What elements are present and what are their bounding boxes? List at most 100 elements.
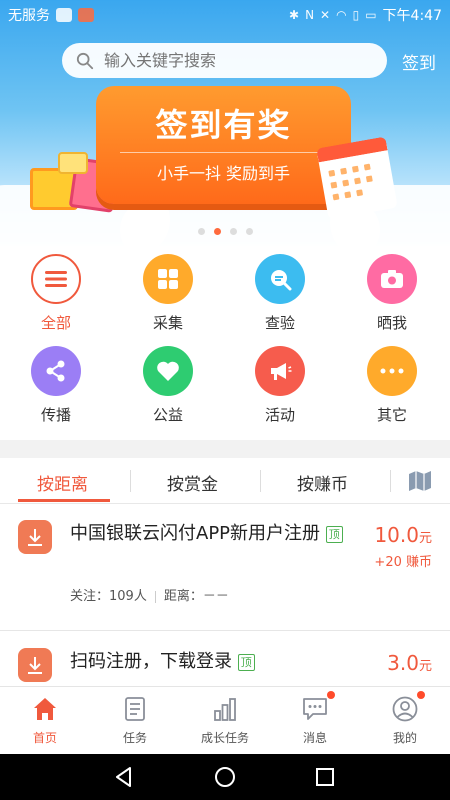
tab-reward[interactable]: 按赏金 — [167, 470, 218, 495]
calendar-icon — [316, 136, 398, 220]
pinned-tag: 顶 — [325, 525, 343, 543]
magnifier-chat-icon — [255, 254, 305, 304]
bottom-navigation: 首页 任务 成长任务 消息 我的 — [0, 686, 450, 754]
category-activity[interactable]: 活动 — [224, 346, 336, 425]
category-label: 采集 — [152, 314, 183, 332]
nfc-icon: N — [305, 8, 315, 22]
category-charity[interactable]: 公益 — [112, 346, 224, 425]
grid-icon — [143, 254, 193, 304]
category-all[interactable]: 全部 — [0, 254, 112, 333]
reward-price: 3.0元 — [387, 651, 432, 675]
category-label: 晒我 — [376, 314, 407, 332]
category-spread[interactable]: 传播 — [0, 346, 112, 425]
task-list-icon — [125, 697, 145, 721]
home-button-icon[interactable] — [214, 766, 236, 788]
signin-button[interactable]: 签到 — [402, 49, 436, 74]
unread-badge — [327, 691, 335, 699]
heart-icon — [143, 346, 193, 396]
list-item[interactable]: 中国银联云闪付APP新用户注册 顶 关注：109人 距离：－－ 10.0元 +20… — [0, 505, 450, 630]
carousel-indicator — [0, 228, 450, 235]
category-verify[interactable]: 查验 — [224, 254, 336, 333]
sign-in-reward-card[interactable]: 签到有奖 小手一抖 奖励到手 — [96, 86, 351, 204]
carousel-dot[interactable] — [245, 228, 253, 235]
nav-messages[interactable]: 消息 — [270, 691, 360, 746]
share-icon — [31, 346, 81, 396]
mute-icon: ✕ — [320, 8, 331, 22]
nav-tasks[interactable]: 任务 — [90, 695, 180, 746]
nav-label: 任务 — [122, 731, 147, 745]
battery-icon: ▭ — [365, 8, 377, 22]
tab-distance[interactable]: 按距离 — [37, 470, 88, 495]
wifi-icon: ◠ — [336, 8, 347, 22]
carousel-dot-active[interactable] — [213, 228, 221, 235]
carousel-dot[interactable] — [197, 228, 205, 235]
section-divider — [0, 440, 450, 458]
camera-icon — [367, 254, 417, 304]
tab-separator — [260, 470, 261, 492]
active-tab-indicator — [18, 499, 110, 502]
megaphone-icon — [255, 346, 305, 396]
menu-icon — [31, 254, 81, 304]
nav-label: 我的 — [392, 731, 417, 745]
coin-reward: +20 赚币 — [374, 555, 432, 570]
tab-coins[interactable]: 按赚币 — [297, 470, 348, 495]
category-label: 查验 — [264, 314, 295, 332]
follower-count: 关注：109人 — [70, 589, 147, 604]
back-icon[interactable] — [113, 766, 135, 788]
category-show[interactable]: 晒我 — [336, 254, 448, 333]
notification-app-icon — [78, 8, 94, 22]
category-other[interactable]: 其它 — [336, 346, 448, 425]
category-label: 传播 — [40, 406, 71, 424]
nav-home[interactable]: 首页 — [0, 695, 90, 746]
sim-icon: ▯ — [352, 8, 360, 22]
price-value: 3.0 — [387, 651, 419, 675]
carousel-dot[interactable] — [229, 228, 237, 235]
sort-tabs: 按距离 按赏金 按赚币 — [0, 458, 450, 504]
banner-divider — [120, 152, 327, 153]
task-meta: 关注：109人 距离：－－ — [70, 585, 229, 604]
profile-icon — [391, 691, 425, 723]
bar-chart-icon — [214, 698, 236, 721]
search-icon — [76, 52, 94, 69]
category-grid: 全部 采集 查验 晒我 传播 公益 活动 其它 — [0, 246, 450, 436]
banner-carousel[interactable]: 签到有奖 小手一抖 奖励到手 签到 — [0, 0, 450, 246]
distance-value: 距离：－－ — [163, 589, 229, 604]
notification-app-icon — [56, 8, 72, 22]
category-label: 全部 — [40, 314, 71, 332]
nav-label: 成长任务 — [200, 731, 249, 745]
recent-apps-icon[interactable] — [314, 766, 336, 788]
carrier-label: 无服务 — [8, 8, 50, 24]
nav-profile[interactable]: 我的 — [360, 691, 450, 746]
pinned-tag: 顶 — [237, 653, 255, 671]
task-title: 中国银联云闪付APP新用户注册 顶 — [70, 519, 350, 549]
category-label: 活动 — [264, 406, 295, 424]
price-unit: 元 — [418, 531, 432, 546]
reward-price: 10.0元 +20 赚币 — [374, 523, 432, 570]
status-bar: 无服务 ✱ N ✕ ◠ ▯ ▭ 下午4:47 — [0, 0, 450, 30]
system-navigation-bar — [0, 754, 450, 800]
unread-badge — [417, 691, 425, 699]
home-icon — [34, 698, 56, 720]
task-title-text: 扫码注册，下载登录 — [70, 651, 232, 672]
task-title: 扫码注册，下载登录 顶 — [70, 647, 350, 677]
nav-label: 消息 — [302, 731, 327, 745]
price-value: 10.0 — [374, 523, 419, 547]
map-icon[interactable] — [408, 470, 432, 492]
nav-label: 首页 — [32, 731, 57, 745]
category-label: 其它 — [376, 406, 407, 424]
download-icon — [18, 520, 52, 554]
price-unit: 元 — [418, 659, 432, 674]
task-title-text: 中国银联云闪付APP新用户注册 — [70, 523, 321, 544]
search-input[interactable] — [104, 51, 364, 70]
tab-separator — [390, 470, 391, 492]
banner-subtitle: 小手一抖 奖励到手 — [156, 164, 291, 183]
bluetooth-icon: ✱ — [289, 8, 300, 22]
clock: 下午4:47 — [382, 8, 442, 24]
nav-growth-tasks[interactable]: 成长任务 — [180, 695, 270, 746]
list-item[interactable]: 扫码注册，下载登录 顶 3.0元 — [0, 631, 450, 686]
download-icon — [18, 648, 52, 682]
gift-box-icon — [58, 152, 88, 174]
more-icon — [367, 346, 417, 396]
category-collect[interactable]: 采集 — [112, 254, 224, 333]
search-bar[interactable] — [62, 43, 387, 78]
